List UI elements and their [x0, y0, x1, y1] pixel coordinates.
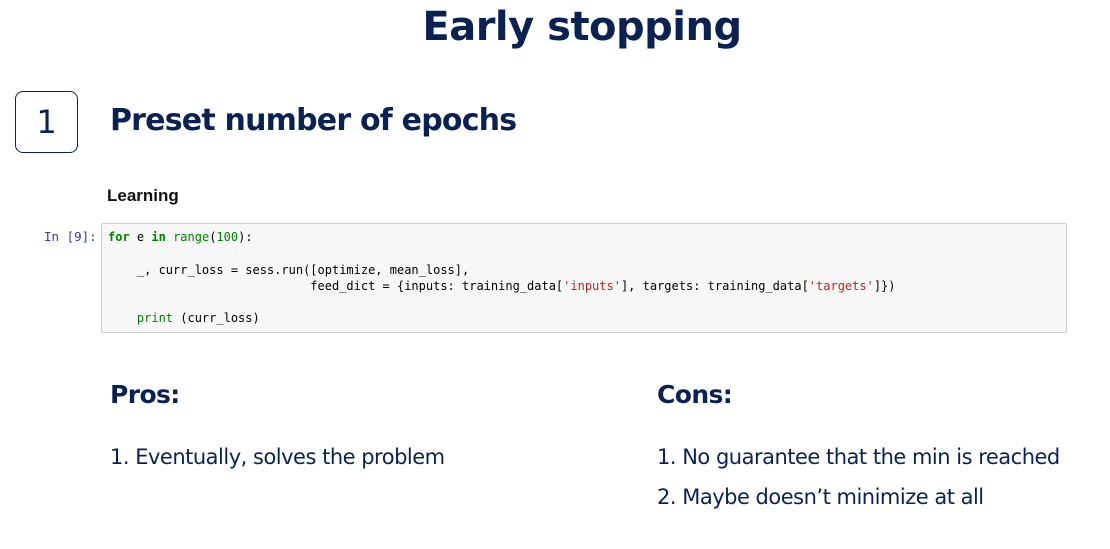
code-line: print (curr_loss)	[108, 311, 260, 325]
code-token: for	[108, 230, 130, 244]
code-token: (curr_loss)	[173, 311, 260, 326]
cell-prompt: In [9]:	[44, 229, 97, 244]
pros-list: 1. Eventually, solves the problem	[110, 442, 445, 482]
code-token: in	[151, 230, 166, 244]
code-token: ], targets: training_data[	[620, 278, 809, 293]
code-block: for e in range(100): _, curr_loss = sess…	[108, 229, 896, 327]
code-token: feed_dict = {inputs: training_data[	[108, 278, 564, 293]
code-token: ]})	[873, 278, 896, 293]
code-token: 'inputs'	[563, 278, 621, 293]
code-token: ):	[238, 230, 253, 244]
cons-item: 1. No guarantee that the min is reached	[657, 445, 1060, 469]
code-token: 100	[216, 230, 239, 244]
section-heading: Preset number of epochs	[110, 103, 517, 138]
cons-item: 2. Maybe doesn’t minimize at all	[657, 485, 984, 509]
code-cell[interactable]: for e in range(100): _, curr_loss = sess…	[101, 223, 1067, 333]
code-token: range	[173, 230, 210, 244]
notebook-heading: Learning	[107, 186, 179, 205]
code-token: print	[136, 311, 174, 326]
section-number-badge: 1	[15, 91, 78, 153]
pros-heading: Pros:	[110, 380, 180, 409]
pros-item: 1. Eventually, solves the problem	[110, 445, 445, 469]
cons-list: 1. No guarantee that the min is reached 2…	[657, 442, 1060, 522]
section-number: 1	[36, 103, 57, 141]
cons-heading: Cons:	[657, 380, 733, 409]
code-token: _, curr_loss = sess.run([optimize, mean_…	[108, 262, 470, 277]
slide-title: Early stopping	[422, 4, 742, 50]
code-token: e	[129, 230, 152, 244]
code-token: 'targets'	[808, 278, 874, 293]
code-line: for e in range(100):	[108, 230, 253, 244]
code-line: _, curr_loss = sess.run([optimize, mean_…	[108, 263, 469, 277]
code-line: feed_dict = {inputs: training_data['inpu…	[108, 278, 896, 293]
